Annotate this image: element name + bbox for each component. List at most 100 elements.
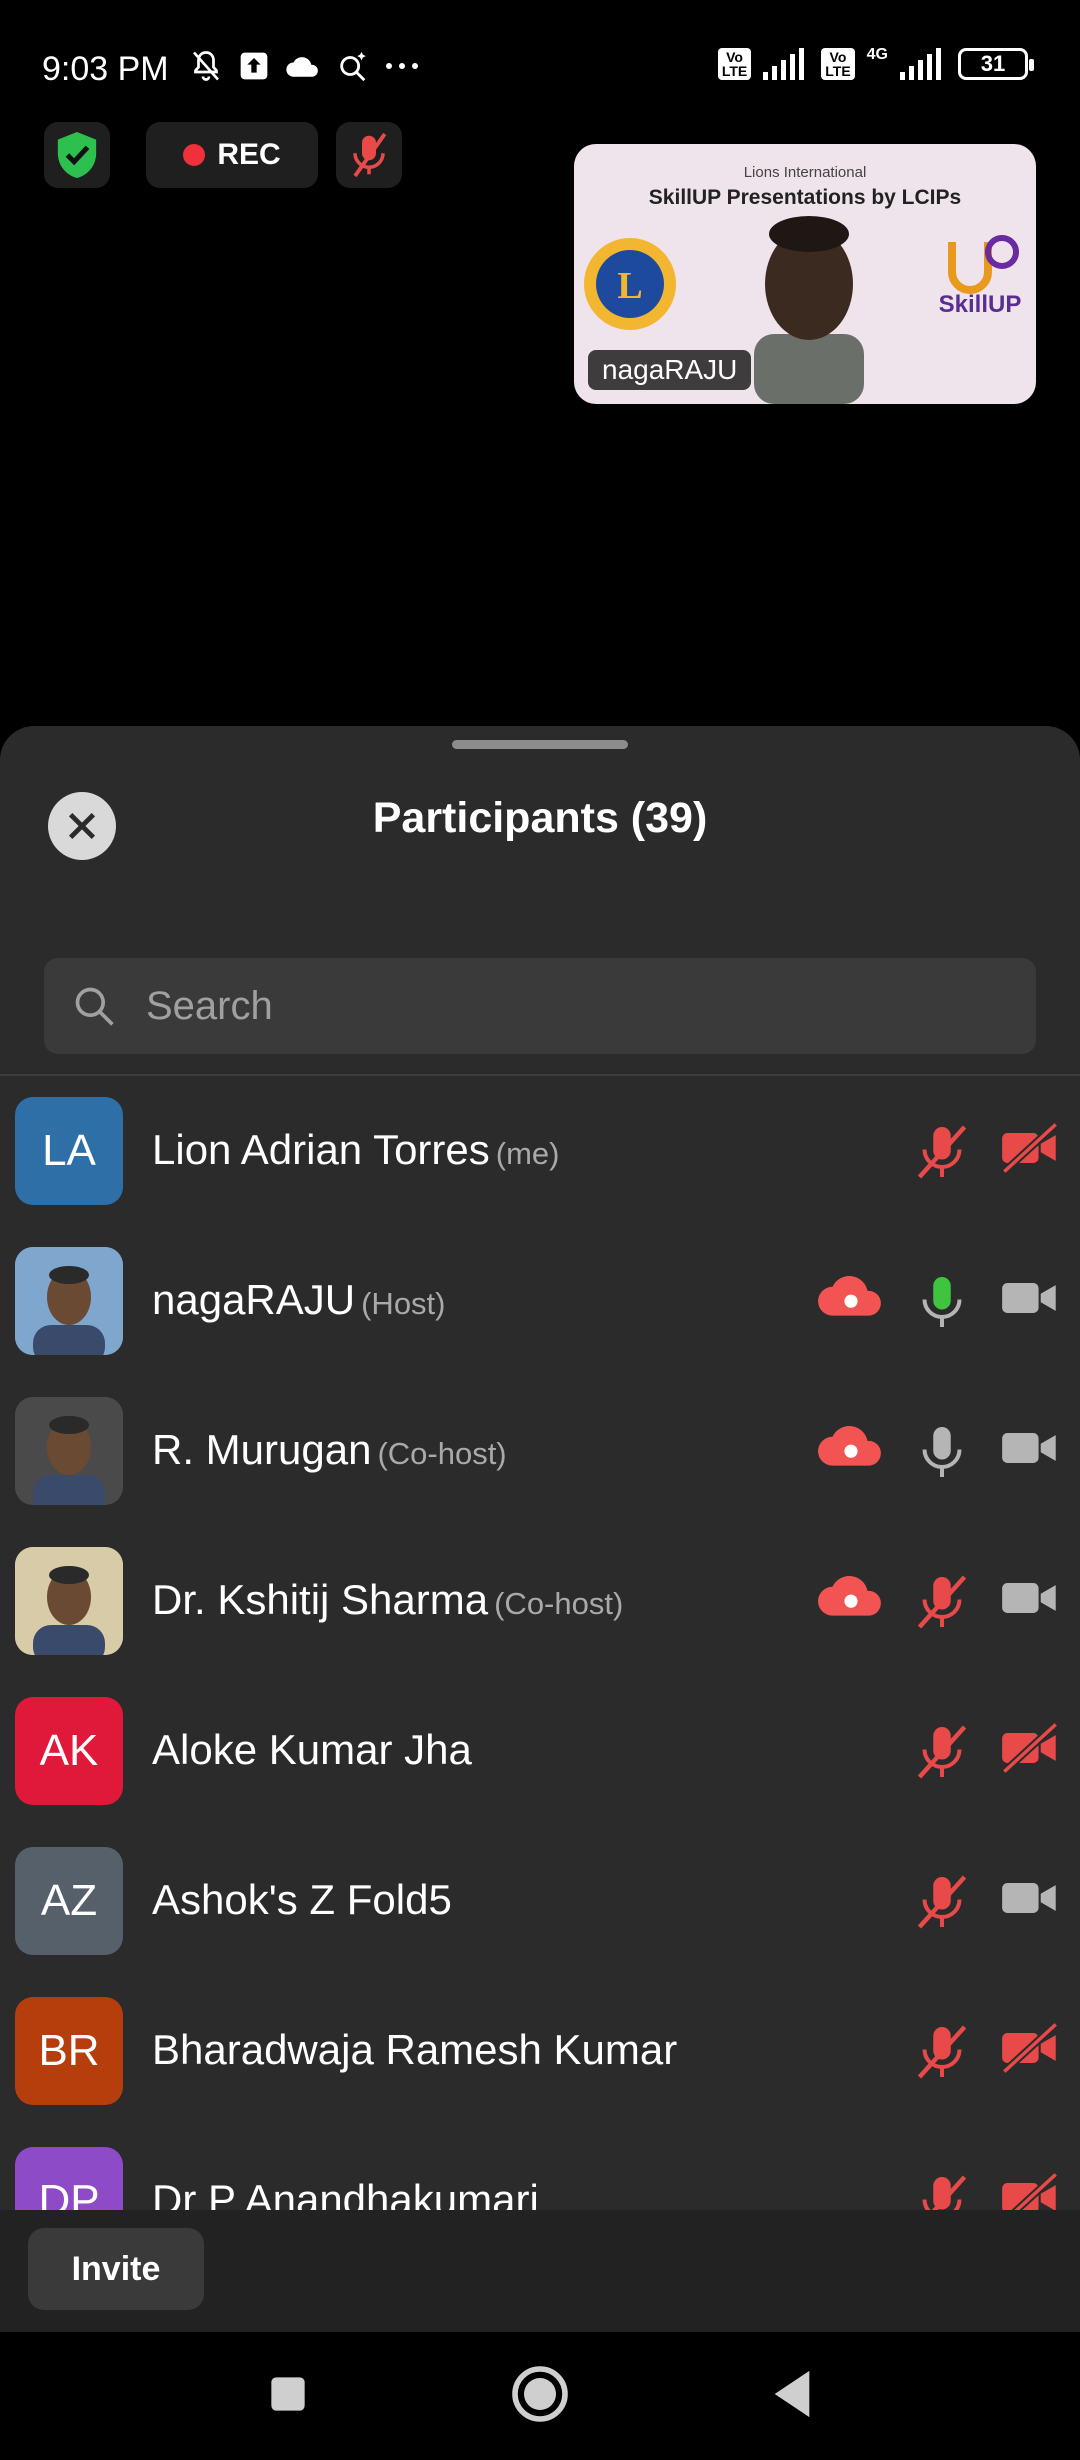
video-icon[interactable] bbox=[1000, 1422, 1060, 1482]
sheet-title: Participants (39) bbox=[372, 794, 708, 842]
rec-label: REC bbox=[217, 138, 281, 171]
avatar-photo-icon bbox=[15, 1397, 123, 1505]
video-off-icon[interactable] bbox=[1000, 2021, 1060, 2082]
rec-dot-icon bbox=[183, 144, 206, 166]
avatar: AZ bbox=[15, 1847, 123, 1955]
more-icon bbox=[386, 63, 418, 69]
mic-muted-icon[interactable] bbox=[912, 2022, 972, 2082]
mic-muted-icon[interactable] bbox=[912, 1122, 972, 1182]
recording-indicator[interactable]: REC bbox=[146, 122, 318, 188]
signal-icon bbox=[900, 48, 941, 80]
avatar: LA bbox=[15, 1097, 123, 1205]
participant-row[interactable]: nagaRAJU (Host) bbox=[0, 1226, 1080, 1376]
mic-icon[interactable] bbox=[912, 1272, 972, 1332]
video-icon[interactable] bbox=[1000, 1572, 1060, 1632]
video-icon[interactable] bbox=[1000, 1872, 1060, 1932]
search-bar[interactable] bbox=[44, 958, 1036, 1054]
participant-name-line: Ashok's Z Fold5 bbox=[152, 1876, 452, 1924]
mic-icon[interactable] bbox=[912, 1422, 972, 1482]
back-triangle-icon bbox=[774, 2370, 810, 2418]
participant-name: Dr. Kshitij Sharma bbox=[152, 1576, 489, 1623]
invite-bar: Invite bbox=[0, 2210, 1080, 2332]
cloud-icon bbox=[286, 57, 318, 77]
invite-button[interactable]: Invite bbox=[28, 2228, 204, 2310]
recents-square-icon bbox=[271, 2377, 305, 2411]
recents-button[interactable] bbox=[248, 2354, 328, 2434]
participant-name: nagaRAJU bbox=[152, 1276, 356, 1323]
audio-muted-indicator[interactable] bbox=[336, 122, 402, 188]
mic-muted-icon[interactable] bbox=[912, 1572, 972, 1632]
avatar bbox=[15, 1247, 123, 1355]
avatar-photo-icon bbox=[15, 1247, 123, 1355]
participant-name-line: Lion Adrian Torres (me) bbox=[152, 1126, 559, 1174]
status-time: 9:03 PM bbox=[42, 50, 169, 88]
lions-logo-icon: L bbox=[584, 238, 676, 330]
network-4g-label: 4G bbox=[866, 46, 888, 63]
video-tile-name: nagaRAJU bbox=[588, 350, 752, 390]
avatar-photo-icon bbox=[15, 1547, 123, 1655]
participants-list[interactable]: LA Lion Adrian Torres (me) nagaRAJU (Host) R.… bbox=[0, 1076, 1080, 2246]
participant-name-line: nagaRAJU (Host) bbox=[152, 1276, 446, 1324]
participant-name: Ashok's Z Fold5 bbox=[152, 1876, 452, 1923]
search-icon bbox=[75, 987, 114, 1026]
home-circle-icon bbox=[512, 2366, 568, 2422]
participant-row[interactable]: BR Bharadwaja Ramesh Kumar bbox=[0, 1976, 1080, 2126]
participant-role: (Co-host) bbox=[494, 1586, 624, 1621]
participant-row[interactable]: LA Lion Adrian Torres (me) bbox=[0, 1076, 1080, 1226]
avatar bbox=[15, 1397, 123, 1505]
participant-name-line: Bharadwaja Ramesh Kumar bbox=[152, 2026, 677, 2074]
mic-muted-icon[interactable] bbox=[912, 1722, 972, 1782]
avatar bbox=[15, 1547, 123, 1655]
participant-name: Bharadwaja Ramesh Kumar bbox=[152, 2026, 678, 2073]
close-button[interactable] bbox=[48, 792, 116, 860]
participant-name: R. Murugan bbox=[152, 1426, 372, 1473]
search-input[interactable] bbox=[146, 983, 1006, 1029]
participant-row[interactable]: AZ Ashok's Z Fold5 bbox=[0, 1826, 1080, 1976]
skillup-logo-icon: SkillUP bbox=[939, 235, 1022, 318]
mic-muted-icon[interactable] bbox=[912, 1872, 972, 1932]
participant-role: (me) bbox=[495, 1136, 560, 1171]
avatar: AK bbox=[15, 1697, 123, 1805]
back-button[interactable] bbox=[752, 2354, 832, 2434]
participant-name-line: Dr. Kshitij Sharma (Co-host) bbox=[152, 1576, 623, 1624]
silent-bell-icon bbox=[192, 51, 220, 81]
home-button[interactable] bbox=[500, 2354, 580, 2434]
assistant-search-icon bbox=[340, 51, 366, 82]
system-nav-bar bbox=[0, 2332, 1080, 2460]
cloud-recording-icon bbox=[816, 1572, 886, 1632]
video-off-icon[interactable] bbox=[1000, 1721, 1060, 1782]
active-video-tile[interactable]: Lions International SkillUP Presentation… bbox=[574, 144, 1036, 404]
participant-row[interactable]: AK Aloke Kumar Jha bbox=[0, 1676, 1080, 1826]
close-icon bbox=[68, 812, 96, 840]
cloud-recording-icon bbox=[816, 1422, 886, 1482]
drag-handle[interactable] bbox=[452, 740, 628, 749]
participant-name-line: R. Murugan (Co-host) bbox=[152, 1426, 507, 1474]
battery-icon: 31 bbox=[958, 48, 1034, 80]
participant-name: Aloke Kumar Jha bbox=[152, 1726, 472, 1773]
svg-text:L: L bbox=[617, 265, 642, 307]
mic-muted-icon bbox=[353, 132, 387, 178]
signal-icon bbox=[763, 48, 805, 80]
shield-check-icon bbox=[57, 132, 97, 178]
volte-icon: Vo LTE bbox=[821, 48, 855, 80]
participant-row[interactable]: Dr. Kshitij Sharma (Co-host) bbox=[0, 1526, 1080, 1676]
slide-org-text: Lions International bbox=[743, 164, 867, 181]
status-notification-icons bbox=[188, 48, 420, 84]
participant-name-line: Aloke Kumar Jha bbox=[152, 1726, 472, 1774]
skillup-logo-text: SkillUP bbox=[939, 291, 1022, 318]
participant-role: (Host) bbox=[361, 1286, 446, 1321]
video-icon[interactable] bbox=[1000, 1272, 1060, 1332]
battery-level: 31 bbox=[980, 51, 1006, 76]
volte-icon: Vo LTE bbox=[717, 48, 752, 80]
participant-name: Lion Adrian Torres bbox=[152, 1126, 490, 1173]
encryption-button[interactable] bbox=[44, 122, 110, 188]
video-off-icon[interactable] bbox=[1000, 1121, 1060, 1182]
upload-icon bbox=[240, 52, 268, 80]
status-system-icons: Vo LTE Vo LTE 4G 31 bbox=[717, 46, 1034, 80]
participant-row[interactable]: R. Murugan (Co-host) bbox=[0, 1376, 1080, 1526]
status-bar: 9:03 PM Vo LTE Vo LTE 4G 31 bbox=[0, 0, 1080, 130]
cloud-recording-icon bbox=[816, 1272, 886, 1332]
avatar: BR bbox=[15, 1997, 123, 2105]
participants-sheet: Participants (39) LA Lion Adrian Torres(m… bbox=[0, 726, 1080, 2331]
participant-role: (Co-host) bbox=[377, 1436, 507, 1471]
